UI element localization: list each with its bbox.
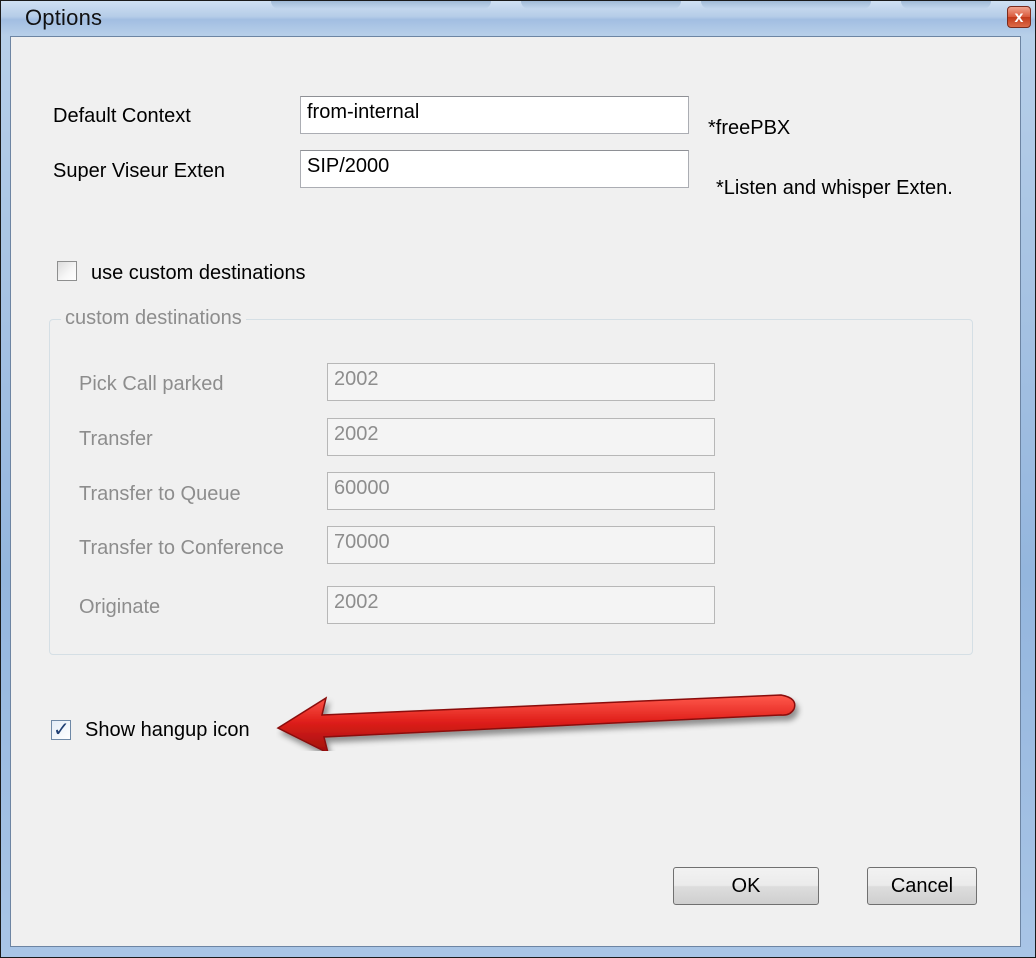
transfer-label: Transfer bbox=[79, 428, 153, 450]
transfer-to-conference-input[interactable]: 70000 bbox=[327, 526, 715, 564]
originate-label: Originate bbox=[79, 596, 161, 618]
dialog-content: Default Context from-internal *freePBX S… bbox=[10, 36, 1021, 947]
pick-call-parked-label: Pick Call parked bbox=[79, 373, 224, 395]
custom-destinations-group-title: custom destinations bbox=[61, 307, 246, 330]
originate-input[interactable]: 2002 bbox=[327, 586, 715, 624]
supervisor-exten-label: Super Viseur Exten bbox=[53, 160, 225, 182]
title-bar-decoration bbox=[271, 1, 491, 9]
custom-destinations-checkbox-label[interactable]: use custom destinations bbox=[91, 262, 306, 285]
options-dialog: Options x Default Context from-internal … bbox=[0, 0, 1036, 958]
red-arrow-annotation bbox=[276, 694, 796, 751]
default-context-input[interactable]: from-internal bbox=[300, 96, 689, 134]
supervisor-exten-input[interactable]: SIP/2000 bbox=[300, 150, 689, 188]
transfer-input[interactable]: 2002 bbox=[327, 418, 715, 456]
default-context-note: *freePBX bbox=[708, 117, 791, 139]
title-bar[interactable]: Options x bbox=[1, 1, 1035, 35]
default-context-label: Default Context bbox=[53, 105, 191, 127]
supervisor-exten-note: *Listen and whisper Exten. bbox=[716, 177, 953, 199]
pick-call-parked-input[interactable]: 2002 bbox=[327, 363, 715, 401]
custom-destinations-checkbox[interactable] bbox=[57, 261, 77, 281]
window-title: Options bbox=[25, 5, 103, 30]
show-hangup-icon-label[interactable]: Show hangup icon bbox=[85, 719, 250, 742]
show-hangup-icon-checkbox[interactable]: ✓ bbox=[51, 717, 71, 741]
transfer-to-queue-label: Transfer to Queue bbox=[79, 483, 241, 505]
close-button[interactable]: x bbox=[1007, 6, 1031, 28]
arrow-shape bbox=[276, 694, 796, 751]
transfer-to-queue-input[interactable]: 60000 bbox=[327, 472, 715, 510]
close-icon: x bbox=[1014, 9, 1024, 26]
title-bar-decoration bbox=[901, 1, 991, 9]
title-bar-decoration bbox=[701, 1, 871, 9]
checkmark-icon: ✓ bbox=[53, 717, 70, 741]
ok-button[interactable]: OK bbox=[673, 867, 819, 905]
transfer-to-conference-label: Transfer to Conference bbox=[79, 537, 284, 559]
title-bar-decoration bbox=[521, 1, 681, 9]
cancel-button[interactable]: Cancel bbox=[867, 867, 977, 905]
